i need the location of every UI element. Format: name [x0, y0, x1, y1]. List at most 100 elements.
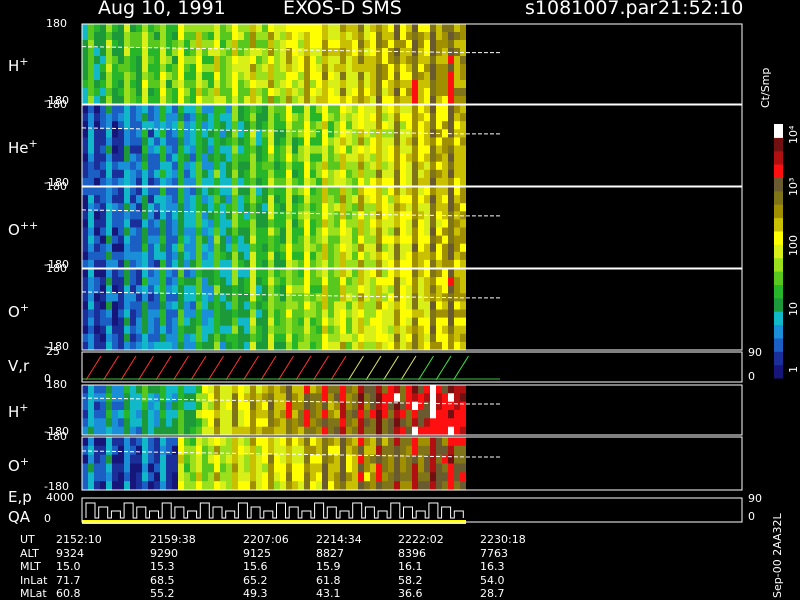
- spectrogram-cell: [250, 96, 256, 105]
- spectrogram-cell: [130, 211, 136, 220]
- spectrogram-cell: [214, 219, 220, 229]
- spectrogram-cell: [166, 401, 172, 411]
- spectrogram-cell: [376, 219, 382, 229]
- spectrogram-cell: [388, 64, 394, 73]
- spectrogram-cell: [442, 40, 448, 49]
- spectrogram-cell: [376, 301, 382, 311]
- spectrogram-cell: [268, 177, 274, 187]
- spectrogram-cell: [412, 145, 418, 155]
- spectrogram-cell: [100, 277, 106, 286]
- spectrogram-cell: [442, 259, 448, 269]
- energy-step-trace: [85, 502, 464, 519]
- spectrogram-cell: [436, 161, 442, 171]
- spectrogram-cell: [238, 418, 244, 428]
- spectrogram-cell: [208, 137, 214, 147]
- spectrogram-cell: [442, 187, 448, 196]
- spectrogram-cell: [352, 161, 358, 171]
- spectrogram-cell: [406, 269, 412, 278]
- spectrogram-cell: [232, 169, 238, 179]
- spectrogram-cell: [370, 235, 376, 245]
- spectrogram-cell: [154, 145, 160, 155]
- panel-label: He+: [8, 138, 38, 156]
- spectrogram-cell: [160, 211, 166, 220]
- spectrogram-cell: [430, 269, 436, 278]
- spectrogram-cell: [364, 161, 370, 171]
- spectrogram-cell: [202, 113, 208, 122]
- spectrogram-cell: [154, 187, 160, 196]
- spectrogram-cell: [118, 259, 124, 269]
- panel-charge: +: [19, 454, 30, 468]
- spectrogram-cell: [334, 187, 340, 196]
- spectrogram-cell: [370, 211, 376, 220]
- spectrogram-cell: [184, 177, 190, 187]
- spectrogram-cell: [208, 251, 214, 261]
- spectrogram-cell: [244, 410, 250, 419]
- spectrogram-cell: [298, 96, 304, 105]
- spectrogram-cell: [190, 393, 196, 403]
- spectrogram-cell: [394, 187, 400, 196]
- spectrogram-cell: [334, 32, 340, 41]
- spectrogram-cell: [436, 195, 442, 204]
- spectrogram-cell: [184, 235, 190, 245]
- spectrogram-cell: [214, 437, 220, 447]
- spectrogram-cell: [382, 121, 388, 130]
- spectrogram-cell: [118, 472, 124, 482]
- spectrogram-cell: [394, 88, 400, 97]
- spectrogram-cell: [442, 72, 448, 81]
- spectrogram-cell: [238, 325, 244, 335]
- spectrogram-cell: [370, 481, 376, 491]
- spectrogram-cell: [208, 153, 214, 163]
- spectrogram-cell: [412, 285, 418, 294]
- spectrogram-cell: [328, 317, 334, 327]
- spectrogram-cell: [418, 88, 424, 97]
- spectrogram-cell: [460, 333, 466, 343]
- spectrogram-cell: [388, 177, 394, 187]
- spectrogram-cell: [142, 418, 148, 428]
- spectrogram-cell: [196, 243, 202, 253]
- spectrogram-cell: [136, 269, 142, 278]
- spectrogram-cell: [292, 137, 298, 147]
- spectrogram-cell: [118, 161, 124, 171]
- spectrogram-cell: [388, 187, 394, 196]
- spectrogram-cell: [214, 40, 220, 49]
- spectrogram-cell: [178, 333, 184, 343]
- spectrogram-cell: [232, 105, 238, 114]
- spectrogram-cell: [406, 277, 412, 286]
- spectrogram-cell: [136, 243, 142, 253]
- spectrogram-cell: [94, 418, 100, 428]
- spectrogram-cell: [172, 72, 178, 81]
- spectrogram-cell: [112, 251, 118, 261]
- spectrogram-cell: [172, 113, 178, 122]
- spectrogram-cell: [322, 309, 328, 319]
- spectrogram-cell: [400, 325, 406, 335]
- colorbar-tick: 10³: [787, 177, 800, 196]
- spectrogram-cell: [382, 137, 388, 147]
- spectrogram-cell: [340, 437, 346, 447]
- spectrogram-cell: [196, 187, 202, 196]
- spectrogram-cell: [148, 418, 154, 428]
- spectrogram-cell: [352, 269, 358, 278]
- spectrogram-cell: [358, 153, 364, 163]
- spectrogram-cell: [322, 187, 328, 196]
- spectrogram-cell: [442, 243, 448, 253]
- spectrogram-cell: [394, 48, 400, 57]
- spectrogram-cell: [460, 269, 466, 278]
- colorbar-swatch: [774, 351, 783, 366]
- spectrogram-cell: [202, 235, 208, 245]
- right-tick-bottom: 0: [748, 510, 755, 523]
- spectrogram-cell: [334, 243, 340, 253]
- spectrogram-cell: [376, 243, 382, 253]
- spectrogram-cell: [358, 56, 364, 65]
- spectrogram-cell: [82, 317, 88, 327]
- spectrogram-cell: [394, 113, 400, 122]
- spectrogram-cell: [340, 121, 346, 130]
- spectrogram-cell: [202, 293, 208, 302]
- spectrogram-cell: [262, 113, 268, 122]
- spectrogram-cell: [442, 410, 448, 419]
- colorbar-swatch: [774, 177, 783, 192]
- spectrogram-cell: [202, 269, 208, 278]
- spectrogram-cell: [232, 285, 238, 294]
- spectrogram-cell: [160, 463, 166, 473]
- spectrogram-cell: [100, 463, 106, 473]
- spectrogram-cell: [328, 80, 334, 89]
